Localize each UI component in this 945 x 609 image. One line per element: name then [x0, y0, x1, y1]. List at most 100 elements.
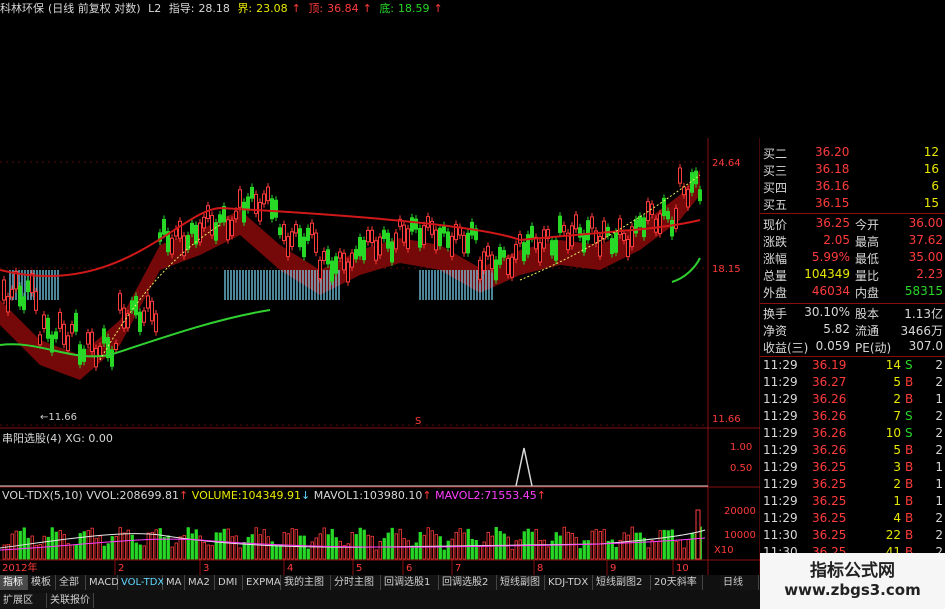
tab-item[interactable]: 我的主图 [281, 575, 331, 590]
tab-item[interactable]: 短线副图2 [593, 575, 651, 590]
volume-bar [682, 547, 686, 560]
bid-row[interactable]: 买三 36.18 16 [760, 162, 945, 179]
volume-bar [582, 540, 586, 560]
candle-body [506, 257, 510, 275]
tick-count: 1 [935, 477, 943, 491]
tick-row[interactable]: 11:30 36.25 22 B 2 [760, 528, 945, 545]
stat-row[interactable]: 净资 5.82 流通 3466万 [760, 322, 945, 339]
candle-body [202, 216, 206, 229]
candle-body [170, 237, 174, 255]
stat-label: 最低 [855, 252, 880, 266]
volume-bar [538, 539, 542, 560]
stat-row[interactable]: 收益(三) 0.059 PE(动) 307.0 [760, 339, 945, 356]
volume-bar [190, 533, 194, 560]
candle-body [150, 300, 154, 322]
stat-row[interactable]: 涨跌 2.05 最高 37.62 [760, 233, 945, 250]
candle-body [102, 328, 106, 344]
stat-label: 流通 [855, 324, 880, 338]
stat-label: 股本 [855, 307, 880, 321]
bid-row[interactable]: 买四 36.16 6 [760, 179, 945, 196]
candle-body [114, 342, 118, 351]
volume-bar [350, 532, 354, 560]
volume-bar [378, 541, 382, 560]
candle-body [426, 216, 430, 228]
candle-body [658, 213, 662, 235]
tab-item[interactable]: 全部 [56, 575, 86, 590]
volume-bar [654, 540, 658, 560]
stat-row[interactable]: 现价 36.25 今开 36.00 [760, 216, 945, 233]
volume-bar [198, 535, 202, 560]
candle-body [282, 224, 286, 242]
tab-item[interactable]: MACD [86, 575, 119, 590]
stat-row[interactable]: 外盘 46034 内盘 58315 [760, 284, 945, 301]
candle-body [154, 313, 158, 333]
tick-row[interactable]: 11:29 36.26 2 B 1 [760, 392, 945, 409]
price-axis-label: 11.66 [712, 414, 741, 425]
tab-indicator[interactable]: 指标 [0, 575, 28, 590]
tab-item[interactable]: 分时主图 [331, 575, 381, 590]
tab-item[interactable]: 回调选股2 [439, 575, 497, 590]
tick-row[interactable]: 11:29 36.27 5 B 2 [760, 375, 945, 392]
stat-value: 30.10% [804, 305, 850, 319]
mavol2-arrow: ↑ [536, 489, 546, 502]
bid-row[interactable]: 买二 36.20 12 [760, 145, 945, 162]
volume-bar [494, 527, 498, 560]
candle-body [526, 234, 530, 255]
tick-row[interactable]: 11:29 36.25 3 B 1 [760, 460, 945, 477]
stat-row[interactable]: 总量 104349 量比 2.23 [760, 267, 945, 284]
candle-body [698, 189, 702, 202]
stat-value: 5.82 [823, 322, 850, 336]
stat-label: 涨幅 [763, 252, 788, 266]
tab-item[interactable]: KDJ-TDX [545, 575, 593, 590]
tick-row[interactable]: 11:29 36.26 10 S 2 [760, 426, 945, 443]
tab-item[interactable]: EXPMA [243, 575, 281, 590]
tab-item[interactable]: 模板 [28, 575, 56, 590]
volume-bar [590, 530, 594, 560]
volume-bar [430, 530, 434, 560]
candle-body [302, 236, 306, 258]
volume-bar [546, 546, 550, 560]
tick-row[interactable]: 11:29 36.25 2 B 1 [760, 477, 945, 494]
stat-row[interactable]: 涨幅 5.99% 最低 35.00 [760, 250, 945, 267]
tab-item[interactable]: MA [163, 575, 185, 590]
tab-extension[interactable]: 关联报价 [47, 593, 94, 608]
candle-body [182, 235, 186, 257]
tab-period[interactable]: 日线 [720, 575, 759, 590]
volume-bar [222, 528, 226, 560]
candle-body [370, 229, 374, 243]
month-label: 7 [455, 563, 461, 574]
volume-bar [218, 532, 222, 560]
tick-volume: 2 [893, 477, 901, 491]
tick-side: B [905, 443, 914, 457]
stat-row[interactable]: 换手 30.10% 股本 1.13亿 [760, 305, 945, 322]
tab-item[interactable]: 20天斜率 [651, 575, 703, 590]
tick-row[interactable]: 11:29 36.26 5 B 2 [760, 443, 945, 460]
candle-body [438, 227, 442, 247]
volume-bar [574, 537, 578, 560]
month-label: 5 [356, 563, 362, 574]
tab-item[interactable]: 回调选股1 [381, 575, 439, 590]
tick-row[interactable]: 11:29 36.25 4 B 2 [760, 511, 945, 528]
volume-bar [562, 526, 566, 560]
tab-extension[interactable]: 扩展区 [0, 593, 47, 608]
candle-body [322, 251, 326, 262]
volume-bar [514, 540, 518, 560]
tab-item[interactable]: MA2 [185, 575, 215, 590]
tick-time: 11:29 [763, 494, 798, 508]
volume-bar [258, 534, 262, 560]
tick-row[interactable]: 11:29 36.19 14 S 2 [760, 358, 945, 375]
tick-row[interactable]: 11:29 36.25 1 B 1 [760, 494, 945, 511]
bid-volume: 15 [923, 196, 939, 210]
candle-body [142, 310, 146, 323]
volume-bar [46, 536, 50, 560]
candle-body [218, 214, 222, 223]
tab-item[interactable]: VOL-TDX [118, 575, 164, 590]
bid-row[interactable]: 买五 36.15 15 [760, 196, 945, 213]
tab-item[interactable]: DMI [215, 575, 243, 590]
candle-body [654, 218, 658, 233]
candle-body [638, 215, 642, 227]
tick-row[interactable]: 11:29 36.26 7 S 2 [760, 409, 945, 426]
volume-bar [146, 532, 150, 560]
tab-item[interactable]: 短线副图 [497, 575, 545, 590]
volume-bar [58, 530, 62, 560]
